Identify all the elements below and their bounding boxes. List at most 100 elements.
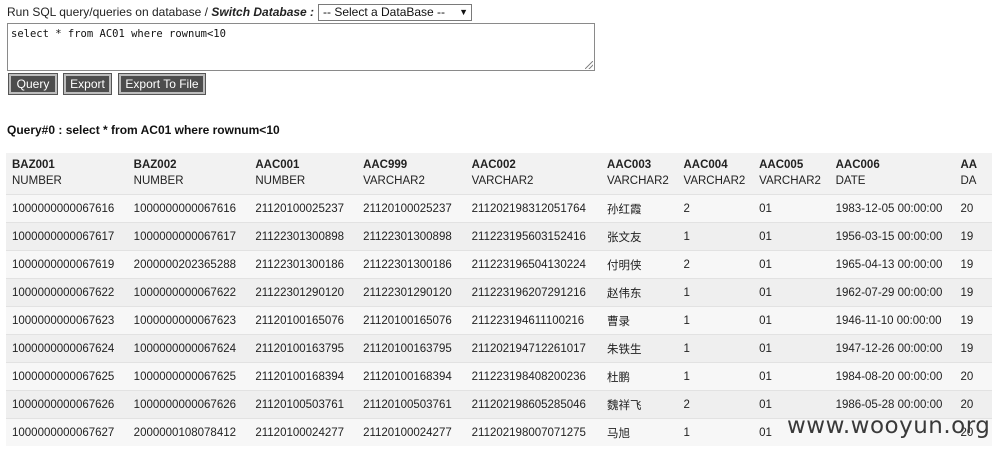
table-cell: 21122301300898 bbox=[249, 222, 358, 251]
table-cell: 1000000000067625 bbox=[6, 362, 128, 391]
database-select-value: -- Select a DataBase -- bbox=[323, 5, 446, 19]
results-table: BAZ001 NUMBER BAZ002 NUMBER AAC001 NUMBER AAC9… bbox=[6, 153, 992, 446]
table-cell: 20 bbox=[954, 362, 992, 391]
table-cell: 211223194611100216 bbox=[465, 306, 602, 335]
table-cell: 1000000000067627 bbox=[6, 418, 128, 446]
table-cell: 2 bbox=[677, 250, 754, 279]
column-name: BAZ001 bbox=[12, 159, 55, 171]
table-cell: 211223198408200236 bbox=[465, 362, 602, 391]
table-cell: 1000000000067617 bbox=[6, 222, 128, 251]
table-cell: 1 bbox=[677, 306, 754, 335]
table-cell: 1 bbox=[677, 362, 754, 391]
export-button[interactable]: Export bbox=[63, 73, 112, 95]
switch-database-label: Switch Database : bbox=[211, 5, 315, 19]
column-type: VARCHAR2 bbox=[471, 175, 534, 187]
table-cell: 01 bbox=[753, 306, 830, 335]
table-cell: 21122301300186 bbox=[249, 250, 358, 279]
table-cell: 211202198007071275 bbox=[465, 418, 602, 446]
database-select[interactable]: -- Select a DataBase -- ▼ bbox=[318, 4, 472, 21]
table-cell: 1 bbox=[677, 418, 754, 446]
table-row: 1000000000067624 1000000000067624 21120100… bbox=[6, 334, 992, 363]
table-cell: 赵伟东 bbox=[601, 278, 678, 307]
table-cell: 2000000108078412 bbox=[127, 418, 250, 446]
table-cell: 1946-11-10 00:00:00 bbox=[829, 306, 955, 335]
table-cell: 1000000000067624 bbox=[6, 334, 128, 363]
table-header-row: BAZ001 NUMBER BAZ002 NUMBER AAC001 NUMBER AAC9… bbox=[6, 153, 992, 195]
column-type: NUMBER bbox=[133, 175, 184, 187]
column-header: AAC004 VARCHAR2 bbox=[677, 153, 754, 195]
column-name: BAZ002 bbox=[133, 159, 177, 171]
table-cell: 21122301290120 bbox=[249, 278, 358, 307]
column-type: DA bbox=[960, 175, 977, 187]
table-row: 1000000000067617 1000000000067617 21122301… bbox=[6, 222, 992, 251]
table-cell: 1000000000067623 bbox=[6, 306, 128, 335]
column-header: BAZ001 NUMBER bbox=[6, 153, 128, 195]
table-cell: 1 bbox=[677, 278, 754, 307]
table-cell: 211202198312051764 bbox=[465, 194, 602, 223]
table-cell: 魏祥飞 bbox=[601, 390, 678, 419]
column-type: VARCHAR2 bbox=[683, 175, 746, 187]
toolbar-prefix: Run SQL query/queries on database / bbox=[7, 5, 212, 19]
table-cell: 01 bbox=[753, 194, 830, 223]
table-cell: 1962-07-29 00:00:00 bbox=[829, 278, 955, 307]
column-type: VARCHAR2 bbox=[363, 175, 425, 187]
column-header: BAZ002 NUMBER bbox=[127, 153, 250, 195]
table-cell: 付明侠 bbox=[601, 250, 678, 279]
table-cell: 19 bbox=[954, 306, 992, 335]
table-cell: 19 bbox=[954, 250, 992, 279]
dropdown-arrow-icon: ▼ bbox=[459, 7, 468, 17]
column-header: AAC001 NUMBER bbox=[249, 153, 358, 195]
table-cell: 1000000000067624 bbox=[127, 334, 250, 363]
column-name: AAC006 bbox=[835, 159, 880, 171]
table-cell: 19 bbox=[954, 334, 992, 363]
column-name: AAC002 bbox=[471, 159, 516, 171]
table-cell: 曹录 bbox=[601, 306, 678, 335]
table-row: 1000000000067622 1000000000067622 21122301… bbox=[6, 278, 992, 307]
table-cell: 2 bbox=[677, 194, 754, 223]
column-name: AAC004 bbox=[683, 159, 728, 171]
column-header: AA DA bbox=[954, 153, 992, 195]
database-toolbar-text: Run SQL query/queries on database / Swit… bbox=[7, 5, 314, 19]
table-cell: 21120100163795 bbox=[249, 334, 358, 363]
table-cell: 1000000000067616 bbox=[127, 194, 250, 223]
export-to-file-button[interactable]: Export To File bbox=[118, 73, 206, 95]
table-cell: 2000000202365288 bbox=[127, 250, 250, 279]
table-cell: 1000000000067626 bbox=[6, 390, 128, 419]
table-cell: 211223196207291216 bbox=[465, 278, 602, 307]
table-cell: 1 bbox=[677, 334, 754, 363]
query-button[interactable]: Query bbox=[8, 73, 58, 95]
column-header: AAC999 VARCHAR2 bbox=[357, 153, 466, 195]
table-cell: 1 bbox=[677, 222, 754, 251]
table-cell: 张文友 bbox=[601, 222, 678, 251]
table-cell: 21122301300186 bbox=[357, 250, 466, 279]
column-name: AAC001 bbox=[255, 159, 300, 171]
table-cell: 01 bbox=[753, 362, 830, 391]
table-cell: 21120100168394 bbox=[249, 362, 358, 391]
table-cell: 21120100024277 bbox=[249, 418, 358, 446]
table-cell: 1984-08-20 00:00:00 bbox=[829, 362, 955, 391]
table-cell: 21122301300898 bbox=[357, 222, 466, 251]
column-header: AAC006 DATE bbox=[829, 153, 955, 195]
table-cell: 21120100503761 bbox=[249, 390, 358, 419]
table-cell: 1000000000067617 bbox=[127, 222, 250, 251]
column-type: VARCHAR2 bbox=[759, 175, 821, 187]
table-cell: 1000000000067626 bbox=[127, 390, 250, 419]
table-cell: 21120100503761 bbox=[357, 390, 466, 419]
table-cell: 01 bbox=[753, 278, 830, 307]
sql-query-text: select * from AC01 where rownum<10 bbox=[11, 28, 226, 40]
column-name: AAC005 bbox=[759, 159, 804, 171]
table-cell: 21120100165076 bbox=[249, 306, 358, 335]
table-cell: 孙红霞 bbox=[601, 194, 678, 223]
column-name: AA bbox=[960, 159, 978, 171]
table-cell: 1000000000067623 bbox=[127, 306, 250, 335]
result-title: Query#0 : select * from AC01 where rownu… bbox=[7, 123, 280, 137]
table-row: 1000000000067619 2000000202365288 21122301… bbox=[6, 250, 992, 279]
table-cell: 211202194712261017 bbox=[465, 334, 602, 363]
table-cell: 01 bbox=[753, 222, 830, 251]
resize-grip-icon[interactable] bbox=[585, 61, 593, 69]
column-header: AAC003 VARCHAR2 bbox=[601, 153, 678, 195]
column-type: DATE bbox=[835, 175, 866, 187]
table-cell: 马旭 bbox=[601, 418, 678, 446]
sql-query-textarea[interactable]: select * from AC01 where rownum<10 bbox=[7, 23, 595, 71]
column-type: NUMBER bbox=[255, 175, 306, 187]
